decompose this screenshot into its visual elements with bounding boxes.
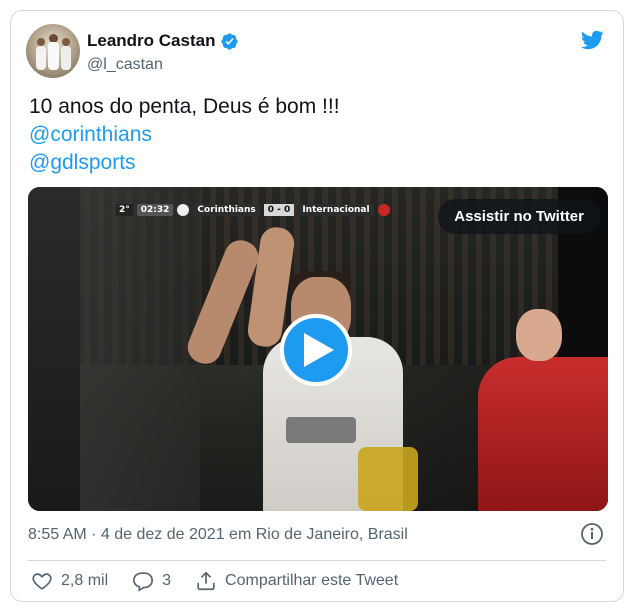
verified-badge-icon — [221, 32, 239, 50]
reply-icon — [133, 572, 154, 592]
tweet-location[interactable]: Rio de Janeiro, Brasil — [256, 526, 408, 543]
author-handle[interactable]: @l_castan — [87, 56, 163, 74]
share-label: Compartilhar este Tweet — [225, 572, 399, 589]
reply-count: 3 — [162, 572, 172, 589]
scoreboard-overlay: 2° 02:32 Corinthians 0 - 0 Internacional — [116, 201, 390, 218]
scoreboard-score: 0 - 0 — [263, 203, 295, 216]
play-button[interactable] — [280, 314, 352, 386]
scoreboard-clock: 02:32 — [136, 203, 174, 216]
tweet-text: 10 anos do penta, Deus é bom !!! @corint… — [29, 93, 340, 177]
scoreboard-away-team: Internacional — [298, 203, 374, 216]
reply-button[interactable]: 3 — [132, 570, 171, 592]
like-button[interactable]: 2,8 mil — [31, 570, 108, 592]
share-icon — [197, 571, 215, 591]
tweet-timestamp[interactable]: 8:55 AM · 4 de dez de 2021 — [28, 526, 225, 543]
author-name[interactable]: Leandro Castan — [87, 31, 215, 51]
twitter-bird-icon[interactable] — [578, 28, 606, 52]
info-icon[interactable] — [580, 522, 604, 546]
scoreboard-home-team: Corinthians — [193, 203, 260, 216]
share-button[interactable]: Compartilhar este Tweet — [195, 570, 398, 592]
tweet-meta: 8:55 AM · 4 de dez de 2021 em Rio de Jan… — [28, 526, 408, 544]
like-count: 2,8 mil — [61, 572, 109, 589]
tweet-body: 10 anos do penta, Deus é bom !!! — [29, 95, 340, 118]
watch-on-twitter-button[interactable]: Assistir no Twitter — [438, 199, 600, 234]
location-prefix: em — [224, 526, 256, 543]
mention-gdlsports[interactable]: @gdlsports — [29, 149, 340, 177]
avatar[interactable] — [26, 24, 80, 78]
away-crest-icon — [377, 203, 390, 216]
heart-icon — [32, 573, 52, 590]
tweet-card: Leandro Castan @l_castan 10 anos do pent… — [10, 10, 624, 602]
scoreboard-half: 2° — [116, 203, 133, 216]
divider — [28, 560, 606, 561]
video-player[interactable]: 2° 02:32 Corinthians 0 - 0 Internacional… — [28, 187, 608, 511]
home-crest-icon — [177, 203, 190, 216]
author-row: Leandro Castan — [87, 31, 239, 51]
mention-corinthians[interactable]: @corinthians — [29, 121, 340, 149]
action-bar: 2,8 mil 3 Compartilhar este Tweet — [31, 569, 422, 593]
play-icon — [303, 333, 334, 367]
